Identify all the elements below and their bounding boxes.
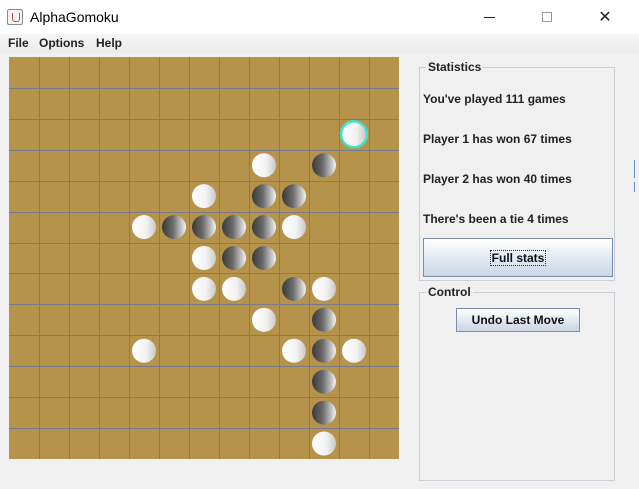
white-stone: [222, 276, 246, 301]
black-stone: [192, 215, 216, 240]
black-stone: [312, 153, 336, 178]
java-cup-icon: [7, 9, 23, 25]
black-stone: [312, 338, 336, 363]
menu-options[interactable]: Options: [39, 36, 84, 50]
statistics-panel: Statistics You've played 111 games Playe…: [419, 60, 615, 281]
black-stone: [282, 276, 306, 301]
close-button[interactable]: ✕: [582, 0, 628, 34]
control-legend: Control: [426, 285, 473, 299]
window-edge-mark: [634, 182, 635, 192]
menu-help[interactable]: Help: [96, 36, 122, 50]
white-stone: [282, 338, 306, 363]
maximize-icon: [542, 12, 552, 22]
games-played-text: You've played 111 games: [423, 92, 566, 106]
black-stone: [222, 215, 246, 240]
black-stone: [252, 184, 276, 209]
white-stone: [312, 276, 336, 301]
white-stone: [252, 307, 276, 332]
statistics-legend: Statistics: [426, 60, 484, 74]
black-stone: [312, 400, 336, 425]
control-panel: Control Undo Last Move: [419, 285, 615, 481]
black-stone: [312, 369, 336, 394]
black-stone: [222, 246, 246, 270]
menu-bar: File Options Help: [0, 34, 639, 53]
menu-file[interactable]: File: [8, 36, 29, 50]
black-stone: [252, 215, 276, 240]
black-stone: [282, 184, 306, 209]
title-bar: AlphaGomoku ✕: [0, 0, 639, 35]
white-stone: [132, 338, 156, 363]
player1-wins-text: Player 1 has won 67 times: [423, 132, 572, 146]
white-stone: [312, 431, 336, 456]
board-canvas[interactable]: [9, 57, 399, 459]
minimize-button[interactable]: [466, 0, 512, 34]
white-stone: [342, 338, 366, 363]
black-stone: [312, 307, 336, 332]
ties-text: There's been a tie 4 times: [423, 212, 569, 226]
window-edge-mark: [634, 160, 635, 178]
white-stone: [282, 215, 306, 240]
minimize-icon: [483, 16, 495, 18]
white-stone: [192, 246, 216, 270]
white-stone: [132, 215, 156, 240]
white-stone: [252, 153, 276, 178]
white-stone: [192, 276, 216, 301]
game-board[interactable]: [9, 57, 399, 459]
full-stats-label: Full stats: [489, 249, 547, 266]
black-stone: [252, 246, 276, 270]
maximize-button[interactable]: [524, 0, 570, 34]
close-icon: ✕: [598, 9, 612, 26]
undo-last-move-button[interactable]: Undo Last Move: [456, 308, 580, 332]
full-stats-button[interactable]: Full stats: [423, 238, 613, 277]
black-stone: [162, 215, 186, 240]
window-title: AlphaGomoku: [30, 9, 119, 25]
white-stone: [192, 184, 216, 209]
player2-wins-text: Player 2 has won 40 times: [423, 172, 572, 186]
